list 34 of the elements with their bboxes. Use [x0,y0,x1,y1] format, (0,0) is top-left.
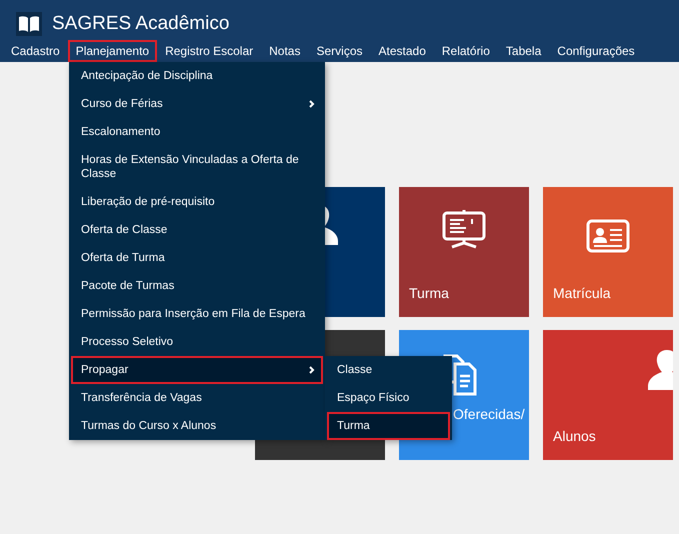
menu-item[interactable]: Curso de Férias [71,90,323,118]
nav-menu-item[interactable]: Notas [261,40,308,62]
menu-item[interactable]: Escalonamento [71,118,323,146]
menu-item[interactable]: Propagar [71,356,323,384]
nav-menu-item[interactable]: Registro Escolar [157,40,262,62]
menu-item[interactable]: Horas de Extensão Vinculadas a Oferta de Classe [71,146,323,188]
nav-menu-item[interactable]: Planejamento [68,40,158,62]
dashboard-tile[interactable]: Turma [399,187,529,317]
menu-item[interactable]: Antecipação de Disciplina [71,62,323,90]
dashboard-tile[interactable]: Matrícula [543,187,673,317]
menu-item[interactable]: Oferta de Turma [71,244,323,272]
menu-item[interactable]: Processo Seletivo [71,328,323,356]
menu-item[interactable]: Liberação de pré-requisito [71,188,323,216]
tile-label: Matrícula [553,285,611,301]
open-book-icon [16,12,42,36]
menu-item[interactable]: Turmas do Curso x Alunos [71,412,323,440]
menu-item[interactable]: Oferta de Classe [71,216,323,244]
menu-item[interactable]: Permissão para Inserção em Fila de Espera [71,300,323,328]
submenu-item[interactable]: Turma [327,412,450,440]
tile-label: Turma [409,285,449,301]
tile-label: Alunos [553,428,596,444]
id-card-icon [586,219,630,253]
presentation-board-icon [442,209,486,249]
menu-item[interactable]: Pacote de Turmas [71,272,323,300]
nav-menu-item[interactable]: Cadastro [3,40,68,62]
nav-menu-item[interactable]: Serviços [308,40,370,62]
nav-menu-item[interactable]: Configurações [549,40,643,62]
nav-menu-item[interactable]: Relatório [434,40,498,62]
dashboard-tile[interactable]: Alunos [543,330,673,460]
app-title: SAGRES Acadêmico [52,13,230,35]
nav-menu-item[interactable]: Tabela [498,40,550,62]
tile-label: Oferecidas/ [453,406,525,422]
menu-item[interactable]: Transferência de Vagas [71,384,323,412]
nav-menu-item[interactable]: Atestado [370,40,434,62]
